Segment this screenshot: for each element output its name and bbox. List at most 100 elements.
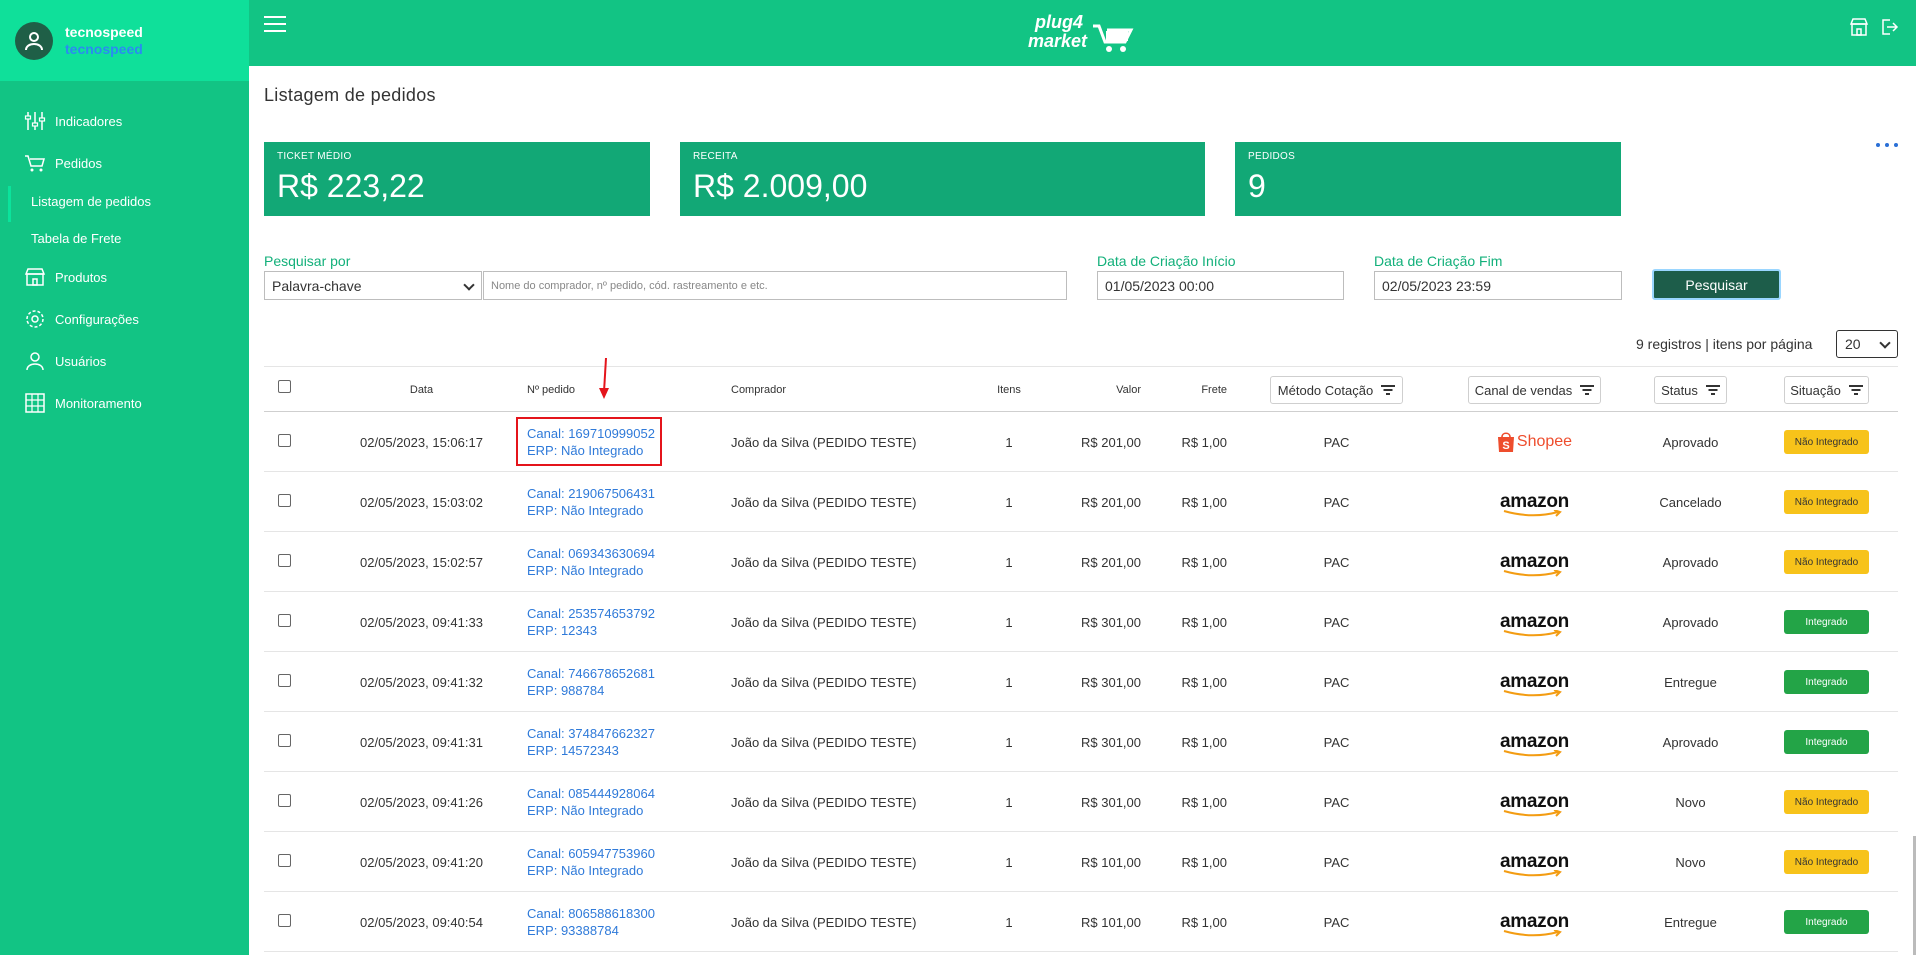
row-checkbox[interactable] <box>278 914 291 927</box>
cell-channel: amazon <box>1468 712 1601 772</box>
order-erp-link[interactable]: ERP: Não Integrado <box>527 862 677 879</box>
highlight-box-annotation <box>516 417 662 466</box>
row-checkbox[interactable] <box>278 434 291 447</box>
cell-date: 02/05/2023, 15:03:02 <box>360 494 483 510</box>
menu-toggle-icon[interactable] <box>264 16 286 32</box>
filter-situation[interactable]: Situação <box>1784 376 1869 404</box>
cell-channel: amazon <box>1468 472 1601 532</box>
table-row[interactable]: 02/05/2023, 15:02:57 Canal: 069343630694 E… <box>264 532 1898 592</box>
store-icon[interactable] <box>1848 16 1870 38</box>
filter-method[interactable]: Método Cotação <box>1270 376 1403 404</box>
order-channel-link[interactable]: Canal: 069343630694 <box>527 545 677 562</box>
order-channel-link[interactable]: Canal: 253574653792 <box>527 605 677 622</box>
situation-badge[interactable]: Não Integrado <box>1784 490 1869 514</box>
per-page-select[interactable]: 20 <box>1836 330 1898 358</box>
sidebar-item-listagem-de-pedidos[interactable]: Listagem de pedidos <box>0 186 249 222</box>
start-date-input[interactable]: 01/05/2023 00:00 <box>1097 271 1344 300</box>
sidebar-item-pedidos[interactable]: Pedidos <box>0 146 249 180</box>
search-input[interactable]: Nome do comprador, nº pedido, cód. rastr… <box>483 271 1067 300</box>
row-checkbox[interactable] <box>278 674 291 687</box>
filter-channel[interactable]: Canal de vendas <box>1468 376 1601 404</box>
order-erp-link[interactable]: ERP: 12343 <box>527 622 677 639</box>
table-row[interactable]: 02/05/2023, 09:41:31 Canal: 374847662327 E… <box>264 712 1898 772</box>
select-all-checkbox[interactable] <box>278 380 291 393</box>
sidebar-item-monitoramento[interactable]: Monitoramento <box>0 386 249 420</box>
order-erp-link[interactable]: ERP: Não Integrado <box>527 502 677 519</box>
sidebar-item-usuarios[interactable]: Usuários <box>0 344 249 378</box>
row-checkbox[interactable] <box>278 554 291 567</box>
amazon-logo: amazon <box>1500 491 1569 517</box>
order-erp-link[interactable]: ERP: Não Integrado <box>527 562 677 579</box>
cell-method: PAC <box>1323 734 1350 750</box>
table-row[interactable]: 02/05/2023, 09:41:32 Canal: 746678652681 E… <box>264 652 1898 712</box>
situation-badge[interactable]: Não Integrado <box>1784 550 1869 574</box>
cell-order: Canal: 605947753960 ERP: Não Integrado <box>527 832 677 892</box>
situation-badge[interactable]: Não Integrado <box>1784 850 1869 874</box>
cell-buyer: João da Silva (PEDIDO TESTE) <box>731 494 917 510</box>
order-erp-link[interactable]: ERP: 14572343 <box>527 742 677 759</box>
channel-name: amazon <box>1500 491 1569 512</box>
filter-status[interactable]: Status <box>1654 376 1727 404</box>
order-channel-link[interactable]: Canal: 085444928064 <box>527 785 677 802</box>
cell-buyer: João da Silva (PEDIDO TESTE) <box>731 554 917 570</box>
channel-name: Shopee <box>1516 433 1573 450</box>
row-checkbox[interactable] <box>278 614 291 627</box>
situation-badge[interactable]: Integrado <box>1784 610 1869 634</box>
table-row[interactable]: 02/05/2023, 15:03:02 Canal: 219067506431 E… <box>264 472 1898 532</box>
situation-badge[interactable]: Integrado <box>1784 670 1869 694</box>
order-channel-link[interactable]: Canal: 806588618300 <box>527 905 677 922</box>
table-row[interactable]: 02/05/2023, 09:40:54 Canal: 806588618300 E… <box>264 892 1898 952</box>
situation-badge[interactable]: Integrado <box>1784 910 1869 934</box>
row-checkbox[interactable] <box>278 794 291 807</box>
row-checkbox[interactable] <box>278 854 291 867</box>
card-value: R$ 2.009,00 <box>693 168 868 204</box>
sidebar-item-tabela-de-frete[interactable]: Tabela de Frete <box>0 223 249 253</box>
header-date[interactable]: Data <box>364 367 479 413</box>
header-freight[interactable]: Frete <box>1164 367 1227 413</box>
sidebar-item-configuracoes[interactable]: Configurações <box>0 302 249 336</box>
more-options-icon[interactable] <box>1876 140 1898 150</box>
cell-value: R$ 201,00 <box>1081 494 1141 510</box>
situation-badge[interactable]: Integrado <box>1784 730 1869 754</box>
cell-method: PAC <box>1323 614 1350 630</box>
table-row[interactable]: 02/05/2023, 09:41:33 Canal: 253574653792 E… <box>264 592 1898 652</box>
table-row[interactable]: 02/05/2023, 09:41:20 Canal: 605947753960 E… <box>264 832 1898 892</box>
search-button[interactable]: Pesquisar <box>1652 269 1781 300</box>
sidebar-item-indicadores[interactable]: Indicadores <box>0 104 249 138</box>
order-erp-link[interactable]: ERP: 93388784 <box>527 922 677 939</box>
header-items[interactable]: Itens <box>984 367 1034 413</box>
situation-badge[interactable]: Não Integrado <box>1784 430 1869 454</box>
cell-method: PAC <box>1323 794 1350 810</box>
sidebar-item-label: Tabela de Frete <box>31 230 122 246</box>
plug4market-logo[interactable]: plug4 market <box>1027 6 1137 58</box>
logout-icon[interactable] <box>1878 16 1900 38</box>
order-erp-link[interactable]: ERP: 988784 <box>527 682 677 699</box>
cell-freight: R$ 1,00 <box>1181 434 1227 450</box>
row-checkbox[interactable] <box>278 734 291 747</box>
sidebar-item-produtos[interactable]: Produtos <box>0 260 249 294</box>
avatar[interactable] <box>15 21 53 60</box>
per-page-value: 20 <box>1845 336 1861 352</box>
order-channel-link[interactable]: Canal: 219067506431 <box>527 485 677 502</box>
gear-icon <box>24 308 46 330</box>
row-checkbox[interactable] <box>278 494 291 507</box>
header-buyer[interactable]: Comprador <box>731 367 881 413</box>
cell-value: R$ 201,00 <box>1081 554 1141 570</box>
search-by-select[interactable]: Palavra-chave <box>264 271 482 300</box>
cell-method: PAC <box>1323 494 1350 510</box>
situation-badge[interactable]: Não Integrado <box>1784 790 1869 814</box>
header-order[interactable]: Nº pedido <box>527 367 627 413</box>
cell-value: R$ 301,00 <box>1081 674 1141 690</box>
end-date-input[interactable]: 02/05/2023 23:59 <box>1374 271 1622 300</box>
table-row[interactable]: 02/05/2023, 15:06:17 Canal: 169710999052 E… <box>264 412 1898 472</box>
order-channel-link[interactable]: Canal: 374847662327 <box>527 725 677 742</box>
header-value[interactable]: Valor <box>1064 367 1141 413</box>
order-erp-link[interactable]: ERP: Não Integrado <box>527 802 677 819</box>
search-by-value: Palavra-chave <box>272 277 362 294</box>
order-channel-link[interactable]: Canal: 746678652681 <box>527 665 677 682</box>
filter-icon <box>1381 385 1396 395</box>
order-channel-link[interactable]: Canal: 605947753960 <box>527 845 677 862</box>
table-row[interactable]: 02/05/2023, 09:41:26 Canal: 085444928064 E… <box>264 772 1898 832</box>
channel-name: amazon <box>1500 551 1569 572</box>
end-date-label: Data de Criação Fim <box>1374 253 1503 269</box>
